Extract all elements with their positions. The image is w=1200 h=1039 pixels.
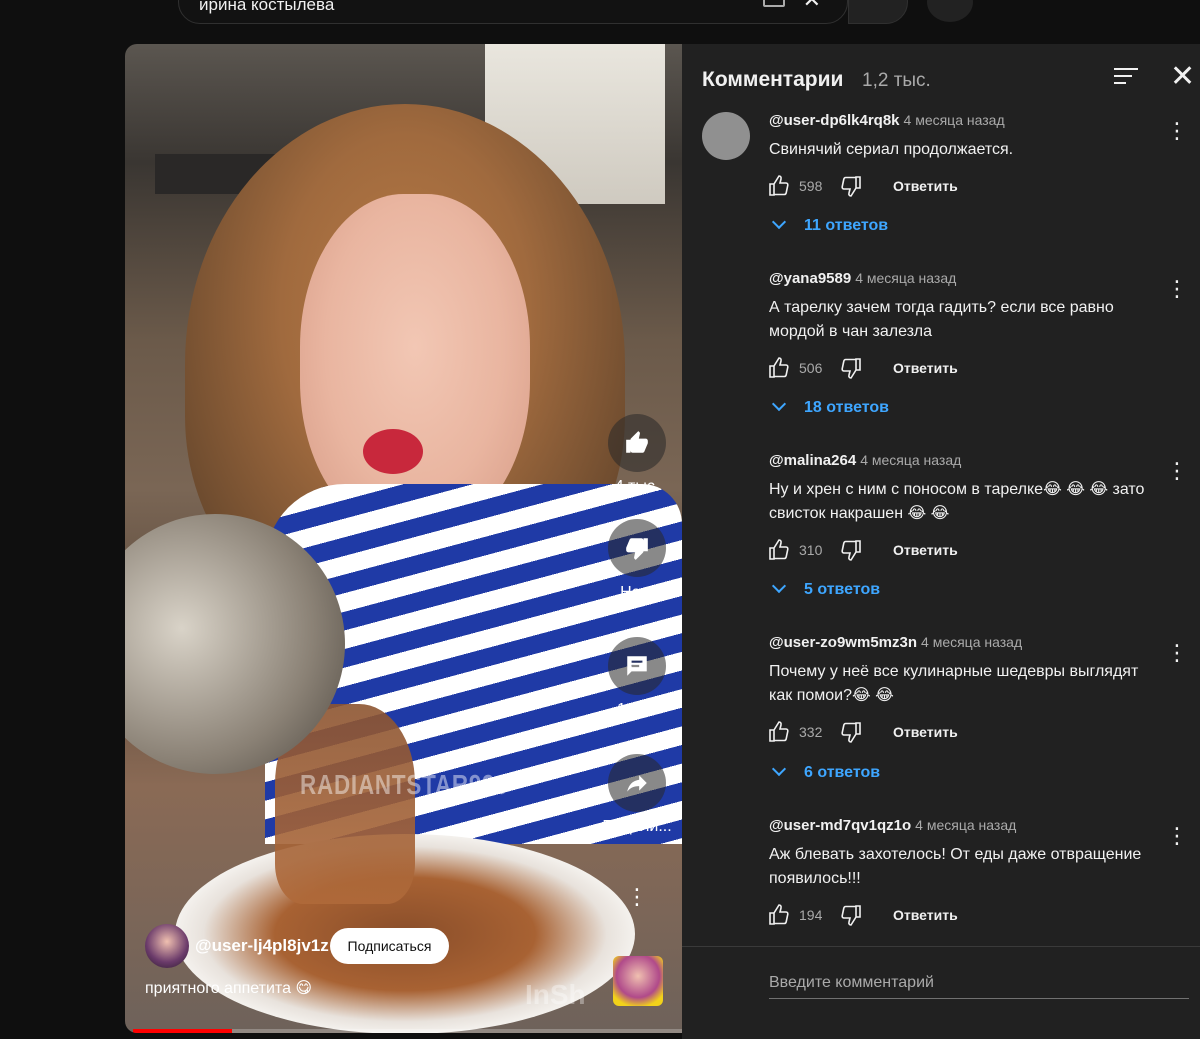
sort-icon[interactable] xyxy=(1114,68,1138,88)
like-count: 310 xyxy=(799,542,823,558)
channel-avatar[interactable] xyxy=(145,924,189,968)
show-replies-button[interactable]: 18 ответов xyxy=(771,396,889,417)
like-icon[interactable] xyxy=(767,356,791,380)
comment-username[interactable]: @malina264 xyxy=(769,452,856,469)
comment-header: @user-md7qv1qz1o 4 месяца назад xyxy=(769,817,1016,834)
like-icon[interactable] xyxy=(767,174,791,198)
dislike-icon[interactable] xyxy=(839,538,863,562)
like-icon[interactable] xyxy=(767,538,791,562)
search-input[interactable]: ирина костылева xyxy=(199,0,334,15)
reply-button[interactable]: Ответить xyxy=(893,360,958,376)
dislike-icon[interactable] xyxy=(839,903,863,927)
show-replies-button[interactable]: 5 ответов xyxy=(771,578,881,599)
dislike-icon[interactable] xyxy=(839,720,863,744)
replies-label: 11 ответов xyxy=(804,217,889,234)
replies-label: 6 ответов xyxy=(804,764,881,781)
share-button[interactable] xyxy=(608,754,666,812)
comment-more-icon[interactable]: ⋮ xyxy=(1166,120,1188,142)
like-count: 598 xyxy=(799,178,823,194)
chevron-down-icon xyxy=(771,761,787,777)
share-icon xyxy=(627,775,647,792)
reply-button[interactable]: Ответить xyxy=(893,724,958,740)
show-replies-button[interactable]: 6 ответов xyxy=(771,761,881,782)
reply-button[interactable]: Ответить xyxy=(893,542,958,558)
comment-input[interactable] xyxy=(769,967,1189,999)
comments-panel: Комментарии 1,2 тыс. ✕ @user-dp6lk4rq8k 4… xyxy=(682,44,1200,1039)
comment-time[interactable]: 4 месяца назад xyxy=(855,270,956,286)
video-person-lips xyxy=(363,429,423,474)
chevron-down-icon xyxy=(771,578,787,594)
comment-avatar[interactable] xyxy=(702,112,750,160)
dislike-video-button[interactable] xyxy=(608,519,666,577)
comment-time[interactable]: 4 месяца назад xyxy=(860,452,961,468)
comments-title: Комментарии xyxy=(702,68,844,91)
like-count: 332 xyxy=(799,724,823,740)
comment-text: Почему у неё все кулинарные шедевры выгл… xyxy=(769,663,1139,704)
comment-header: @user-dp6lk4rq8k 4 месяца назад xyxy=(769,112,1005,129)
comment-input-area xyxy=(682,946,1200,1039)
more-options-icon[interactable]: ⋮ xyxy=(622,882,652,912)
mic-button[interactable] xyxy=(927,0,973,22)
comment-more-icon[interactable]: ⋮ xyxy=(1166,642,1188,664)
comment-more-icon[interactable]: ⋮ xyxy=(1166,278,1188,300)
chevron-down-icon xyxy=(771,396,787,412)
comments-count: 1,2 тыс. xyxy=(862,70,931,91)
close-icon[interactable]: ✕ xyxy=(1170,62,1195,92)
like-count: 506 xyxy=(799,360,823,376)
comment-header: @malina264 4 месяца назад xyxy=(769,452,961,469)
video-progress-track[interactable] xyxy=(232,1029,682,1033)
dislike-icon[interactable] xyxy=(839,174,863,198)
subscribe-button[interactable]: Подписаться xyxy=(330,928,449,964)
chevron-down-icon xyxy=(771,214,787,230)
video-person-face xyxy=(300,194,530,534)
comment-icon xyxy=(627,656,647,676)
thumbs-up-icon xyxy=(626,431,648,453)
sound-thumbnail[interactable] xyxy=(613,956,663,1006)
comments-count-label: 1 216 xyxy=(616,701,658,718)
comments-button[interactable] xyxy=(608,637,666,695)
show-replies-button[interactable]: 11 ответов xyxy=(771,214,889,235)
clear-search-icon[interactable]: ✕ xyxy=(803,0,821,11)
like-icon[interactable] xyxy=(767,720,791,744)
reply-button[interactable]: Ответить xyxy=(893,907,958,923)
search-button[interactable] xyxy=(848,0,908,24)
comment-time[interactable]: 4 месяца назад xyxy=(921,634,1022,650)
comment-username[interactable]: @yana9589 xyxy=(769,270,851,287)
dislike-label: Не... xyxy=(620,584,654,601)
comment-username[interactable]: @user-zo9wm5mz3n xyxy=(769,634,917,651)
comment-text: Аж блевать захотелось! От еды даже отвра… xyxy=(769,846,1142,887)
dislike-icon[interactable] xyxy=(839,356,863,380)
shorts-video-player[interactable]: RADIANTSTAR999 InSh 4 тыс. Не... 1 216 П… xyxy=(125,44,682,1033)
video-caption: приятного аппетита 😋 xyxy=(145,980,313,997)
like-icon[interactable] xyxy=(767,903,791,927)
comment-time[interactable]: 4 месяца назад xyxy=(904,112,1005,128)
like-count-label: 4 тыс. xyxy=(614,478,660,495)
thumbs-down-icon xyxy=(626,538,648,560)
channel-name[interactable]: @user-lj4pl8jv1z xyxy=(195,936,329,956)
keyboard-icon[interactable] xyxy=(763,0,785,7)
video-progress-bar[interactable] xyxy=(133,1029,232,1033)
like-video-button[interactable] xyxy=(608,414,666,472)
share-label: Подели... xyxy=(602,818,672,835)
comment-username[interactable]: @user-md7qv1qz1o xyxy=(769,817,911,834)
comment-text: Ну и хрен с ним с поносом в тарелке😂 😂 😂… xyxy=(769,481,1145,522)
comment-text: Свинячий сериал продолжается. xyxy=(769,141,1014,158)
video-watermark: RADIANTSTAR999 xyxy=(300,769,509,800)
comment-time[interactable]: 4 месяца назад xyxy=(915,817,1016,833)
comment-text: А тарелку зачем тогда гадить? если все р… xyxy=(769,299,1114,340)
reply-button[interactable]: Ответить xyxy=(893,178,958,194)
comment-header: @user-zo9wm5mz3n 4 месяца назад xyxy=(769,634,1022,651)
video-watermark-inshot: InSh xyxy=(525,979,586,1010)
comment-header: @yana9589 4 месяца назад xyxy=(769,270,956,287)
replies-label: 5 ответов xyxy=(804,581,881,598)
like-count: 194 xyxy=(799,907,823,923)
search-box[interactable]: ирина костылева ✕ xyxy=(178,0,848,24)
replies-label: 18 ответов xyxy=(804,399,889,416)
comment-more-icon[interactable]: ⋮ xyxy=(1166,460,1188,482)
comment-username[interactable]: @user-dp6lk4rq8k xyxy=(769,112,900,129)
comment-more-icon[interactable]: ⋮ xyxy=(1166,825,1188,847)
